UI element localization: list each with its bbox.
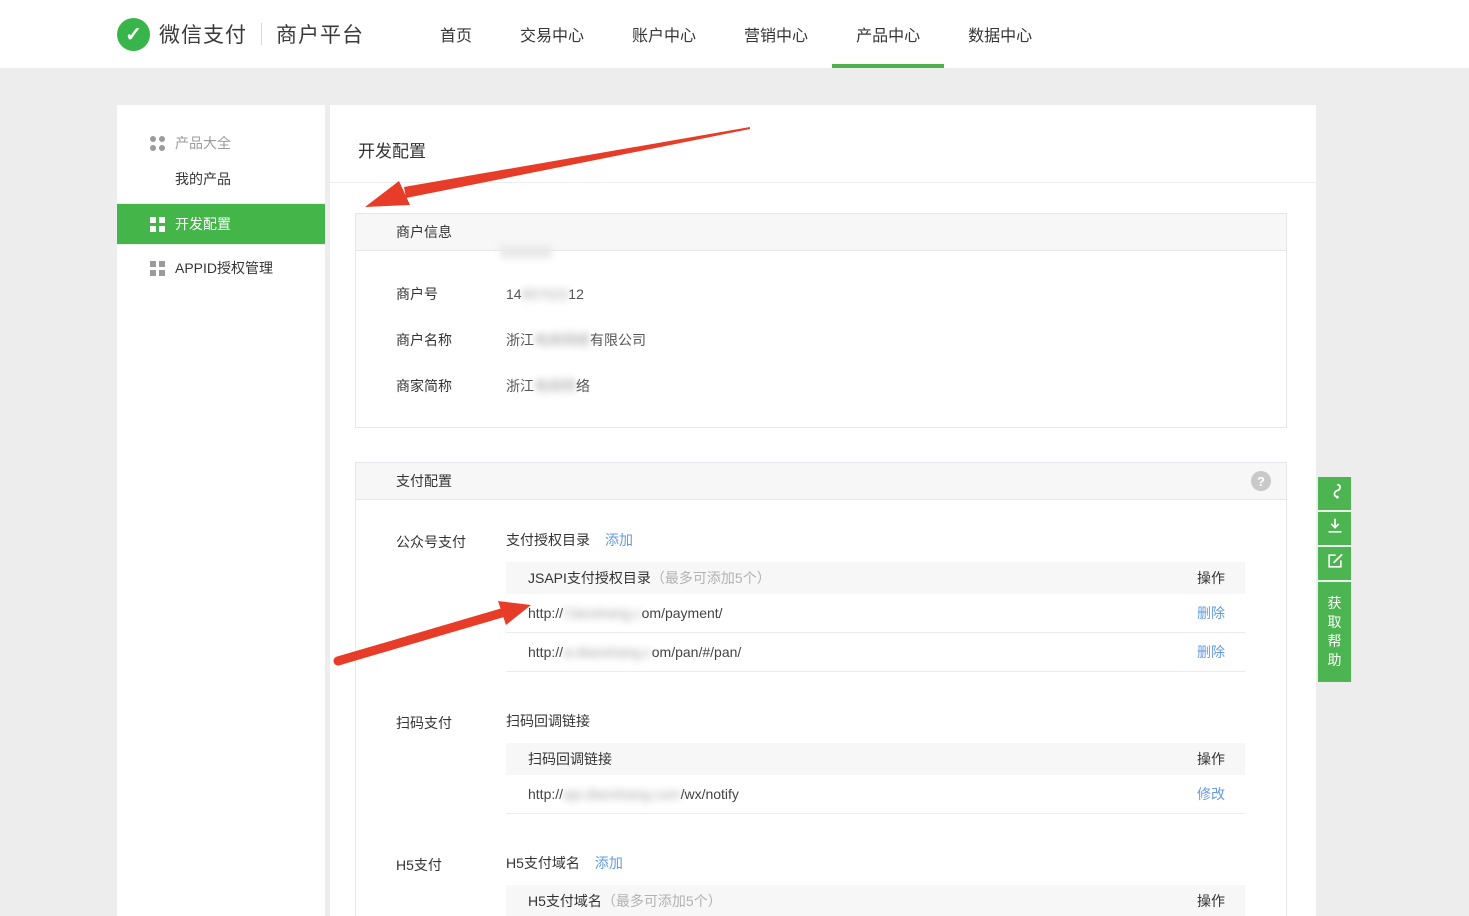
add-link[interactable]: 添加 (605, 530, 633, 550)
merchant-info-header: 商户信息 (356, 214, 1286, 251)
section-label: 扫码支付 (396, 710, 506, 814)
table-row: http://w.dianshang.com/pan/#/pan/ 删除 (506, 633, 1245, 672)
nav-account-center[interactable]: 账户中心 (632, 0, 696, 68)
payment-config-panel: 支付配置 ? 公众号支付 支付授权目录 添加 JSAPI支付授权目录（最多可添加 (355, 462, 1287, 916)
download-icon (1325, 516, 1345, 541)
main-content: 开发配置 商户信息 商户号 1485702312 商户名称 浙江电商网络有限公司… (330, 105, 1316, 916)
qrcode-pay-section: 扫码支付 扫码回调链接 扫码回调链接 操作 http://api.diansha… (356, 710, 1286, 814)
brand-platform: 商户平台 (276, 19, 364, 49)
nav-data-center[interactable]: 数据中心 (968, 0, 1032, 68)
sidebar-item-product-catalog[interactable]: 产品大全 (117, 125, 325, 161)
delete-link[interactable]: 删除 (1197, 603, 1225, 623)
redacted-text: api.dianshang.com (563, 786, 681, 802)
wechat-pay-check-icon: ✓ (117, 18, 150, 51)
redacted-text: 电商网 (534, 378, 576, 394)
merchant-info-panel: 商户信息 商户号 1485702312 商户名称 浙江电商网络有限公司 商家简称… (355, 213, 1287, 428)
op-column-header: 操作 (1197, 568, 1225, 588)
redacted-text: w.dianshang.c (563, 644, 652, 660)
top-bar: ✓ 微信支付 商户平台 首页 交易中心 账户中心 营销中心 产品中心 数据中心 (0, 0, 1469, 68)
merchant-shortname-value: 浙江电商网络 (506, 376, 590, 396)
section-label: H5支付 (396, 852, 506, 916)
merchant-id-value: 1485702312 (506, 286, 584, 302)
brand-divider (261, 23, 262, 45)
modify-link[interactable]: 修改 (1197, 784, 1225, 804)
table-row: http://f.lianshang.com/payment/ 删除 (506, 594, 1245, 633)
help-icon[interactable]: ? (1251, 471, 1271, 491)
sidebar-item-label: 我的产品 (175, 169, 231, 189)
download-button[interactable] (1318, 512, 1351, 545)
redacted-text: f.lianshang.c (563, 605, 642, 621)
feedback-button[interactable] (1318, 547, 1351, 580)
table-row: http://api.dianshang.com/wx/notify 修改 (506, 775, 1245, 814)
merchant-name-value: 浙江电商网络有限公司 (506, 330, 646, 350)
nav-product-center[interactable]: 产品中心 (856, 0, 920, 68)
jsapi-auth-dir-table: JSAPI支付授权目录（最多可添加5个） 操作 http://f.liansha… (506, 562, 1245, 672)
redacted-text: 电商网络 (534, 332, 590, 348)
wechat-pay-merchant-platform: ✓ 微信支付 商户平台 首页 交易中心 账户中心 营销中心 产品中心 数据中心 … (0, 0, 1469, 916)
miniprogram-link-icon (1325, 481, 1345, 506)
redaction-smudge (500, 246, 552, 258)
url-value: http://api.dianshang.com/wx/notify (528, 786, 739, 802)
miniprogram-link-button[interactable] (1318, 477, 1351, 510)
edit-icon (1325, 551, 1345, 576)
section-heading: 支付授权目录 (506, 530, 590, 550)
sidebar-item-my-products[interactable]: 我的产品 (117, 161, 325, 197)
brand-logo[interactable]: ✓ 微信支付 商户平台 (117, 0, 364, 68)
field-label: 商户号 (396, 284, 506, 304)
redacted-text: 857023 (522, 286, 569, 302)
floating-toolbar: 获取帮助 (1318, 477, 1351, 682)
table-note: （最多可添加5个） (602, 893, 722, 909)
jsapi-pay-section: 公众号支付 支付授权目录 添加 JSAPI支付授权目录（最多可添加5个） 操作 (356, 529, 1286, 672)
delete-link[interactable]: 删除 (1197, 642, 1225, 662)
grid-icon (150, 136, 165, 151)
field-label: 商户名称 (396, 330, 506, 350)
h5-domain-table: H5支付域名（最多可添加5个） 操作 dianshang.com 删除 (506, 885, 1245, 916)
payment-config-header: 支付配置 ? (356, 463, 1286, 500)
sidebar-item-label: 开发配置 (175, 214, 231, 234)
table-title: H5支付域名（最多可添加5个） (528, 891, 722, 911)
qrcode-callback-table: 扫码回调链接 操作 http://api.dianshang.com/wx/no… (506, 743, 1245, 814)
panel-title: 商户信息 (396, 222, 452, 242)
url-value: http://w.dianshang.com/pan/#/pan/ (528, 644, 741, 660)
h5-pay-section: H5支付 H5支付域名 添加 H5支付域名（最多可添加5个） 操作 (356, 852, 1286, 916)
table-title: 扫码回调链接 (528, 749, 612, 769)
panel-title: 支付配置 (396, 471, 452, 491)
table-note: （最多可添加5个） (651, 570, 771, 586)
sidebar-item-label: 产品大全 (175, 133, 231, 153)
brand-name: 微信支付 (159, 19, 247, 49)
nav-marketing-center[interactable]: 营销中心 (744, 0, 808, 68)
table-header: JSAPI支付授权目录（最多可添加5个） 操作 (506, 562, 1245, 594)
op-column-header: 操作 (1197, 891, 1225, 911)
sidebar: 产品大全 我的产品 开发配置 APPID授权管理 (117, 105, 325, 916)
table-header: 扫码回调链接 操作 (506, 743, 1245, 775)
sidebar-item-label: APPID授权管理 (175, 258, 273, 278)
table-title: JSAPI支付授权目录（最多可添加5个） (528, 568, 771, 588)
get-help-button[interactable]: 获取帮助 (1318, 582, 1351, 682)
section-label: 公众号支付 (396, 529, 506, 672)
merchant-shortname-row: 商家简称 浙江电商网络 (356, 363, 1286, 409)
op-column-header: 操作 (1197, 749, 1225, 769)
table-header: H5支付域名（最多可添加5个） 操作 (506, 885, 1245, 916)
grid-icon (150, 261, 165, 276)
section-heading: 扫码回调链接 (506, 711, 590, 731)
merchant-name-row: 商户名称 浙江电商网络有限公司 (356, 317, 1286, 363)
add-link[interactable]: 添加 (595, 853, 623, 873)
merchant-id-row: 商户号 1485702312 (356, 271, 1286, 317)
url-value: http://f.lianshang.com/payment/ (528, 605, 723, 621)
field-label: 商家简称 (396, 376, 506, 396)
nav-trade-center[interactable]: 交易中心 (520, 0, 584, 68)
section-heading: H5支付域名 (506, 853, 580, 873)
main-nav: 首页 交易中心 账户中心 营销中心 产品中心 数据中心 (440, 0, 1032, 68)
nav-home[interactable]: 首页 (440, 0, 472, 68)
page-title: 开发配置 (330, 105, 1316, 183)
grid-icon (150, 217, 165, 232)
get-help-label: 获取帮助 (1327, 594, 1342, 670)
sidebar-item-dev-config[interactable]: 开发配置 (117, 204, 325, 244)
sidebar-item-appid-auth[interactable]: APPID授权管理 (117, 245, 325, 291)
